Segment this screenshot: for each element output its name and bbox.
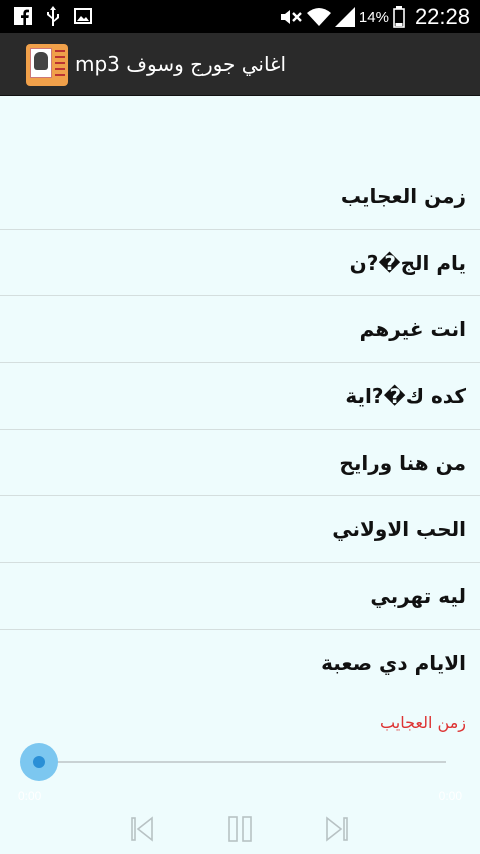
facebook-icon	[14, 7, 32, 25]
song-item[interactable]: انت غيرهم	[0, 296, 480, 364]
pause-icon	[228, 816, 252, 842]
song-title: انت غيرهم	[359, 317, 466, 342]
seek-thumb[interactable]	[20, 743, 58, 781]
clock: 22:28	[414, 4, 470, 29]
song-item[interactable]: كده ك�?اية	[0, 363, 480, 430]
elapsed-time: 0:00	[18, 789, 42, 803]
skip-next-icon	[326, 816, 348, 842]
song-item[interactable]: زمن العجايب	[0, 163, 480, 230]
wifi-icon	[306, 8, 331, 26]
song-title: زمن العجايب	[340, 183, 466, 208]
song-item[interactable]: الحب الاولاني	[0, 496, 480, 564]
song-item[interactable]: الايام دي صعبة	[0, 630, 480, 697]
battery-icon	[393, 6, 405, 28]
song-title: ليه تهربي	[370, 583, 466, 608]
total-time: 0:00	[438, 789, 462, 803]
song-title: من هنا ورايح	[339, 450, 466, 475]
song-item[interactable]: ليه تهربي	[0, 563, 480, 630]
song-title: يام الج�?ن	[349, 250, 466, 275]
status-bar: 14% 22:28	[0, 0, 480, 33]
signal-icon	[334, 7, 355, 27]
usb-icon	[47, 6, 59, 26]
seek-bar[interactable]	[38, 761, 446, 763]
song-item[interactable]: يام الج�?ن	[0, 230, 480, 297]
previous-button[interactable]	[129, 815, 155, 843]
song-list: زمن العجايب يام الج�?ن انت غيرهم كده ك�?…	[0, 163, 480, 697]
mute-icon	[280, 10, 302, 24]
app-logo-icon[interactable]	[26, 44, 68, 86]
image-icon	[74, 8, 92, 24]
battery-percent: 14%	[358, 8, 389, 26]
system-indicators: 14% 22:28	[279, 4, 470, 30]
song-title: الحب الاولاني	[332, 517, 466, 542]
pause-button[interactable]	[227, 815, 253, 843]
song-title: الايام دي صعبة	[321, 651, 466, 676]
next-button[interactable]	[324, 815, 350, 843]
song-title: كده ك�?اية	[345, 383, 466, 408]
skip-previous-icon	[131, 816, 153, 842]
app-bar: اغاني جورج وسوف mp3	[0, 33, 480, 96]
song-item[interactable]: من هنا ورايح	[0, 430, 480, 497]
app-title: اغاني جورج وسوف mp3	[75, 52, 287, 76]
notification-icons	[14, 6, 92, 26]
now-playing-title: زمن العجايب	[380, 713, 466, 732]
